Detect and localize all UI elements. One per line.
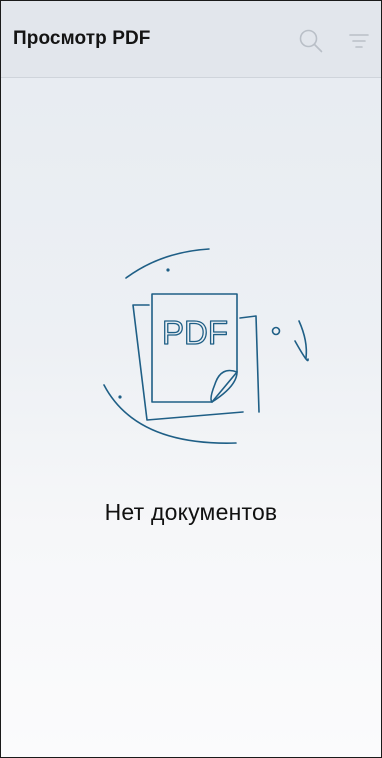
pdf-badge-text: PDF: [162, 314, 228, 351]
ring-icon: [271, 326, 281, 336]
search-button[interactable]: [295, 25, 327, 57]
app-title: Просмотр PDF: [13, 28, 151, 49]
search-icon: [299, 29, 323, 53]
dot-icon: [166, 268, 170, 272]
app-bar-actions: [295, 25, 381, 57]
orbit-arc-top: [125, 248, 210, 279]
app-bar: Просмотр PDF: [1, 1, 381, 78]
sort-icon: [349, 34, 369, 48]
pdf-document-icon: PDF: [103, 248, 309, 444]
empty-state-message: Нет документов: [104, 499, 278, 525]
back-page-right: [239, 315, 260, 413]
sort-button[interactable]: [343, 25, 375, 57]
orbit-arc-right: [298, 320, 308, 359]
dot-icon: [118, 395, 122, 399]
app-screen: Просмотр PDF PDF Нет документов: [0, 0, 382, 758]
